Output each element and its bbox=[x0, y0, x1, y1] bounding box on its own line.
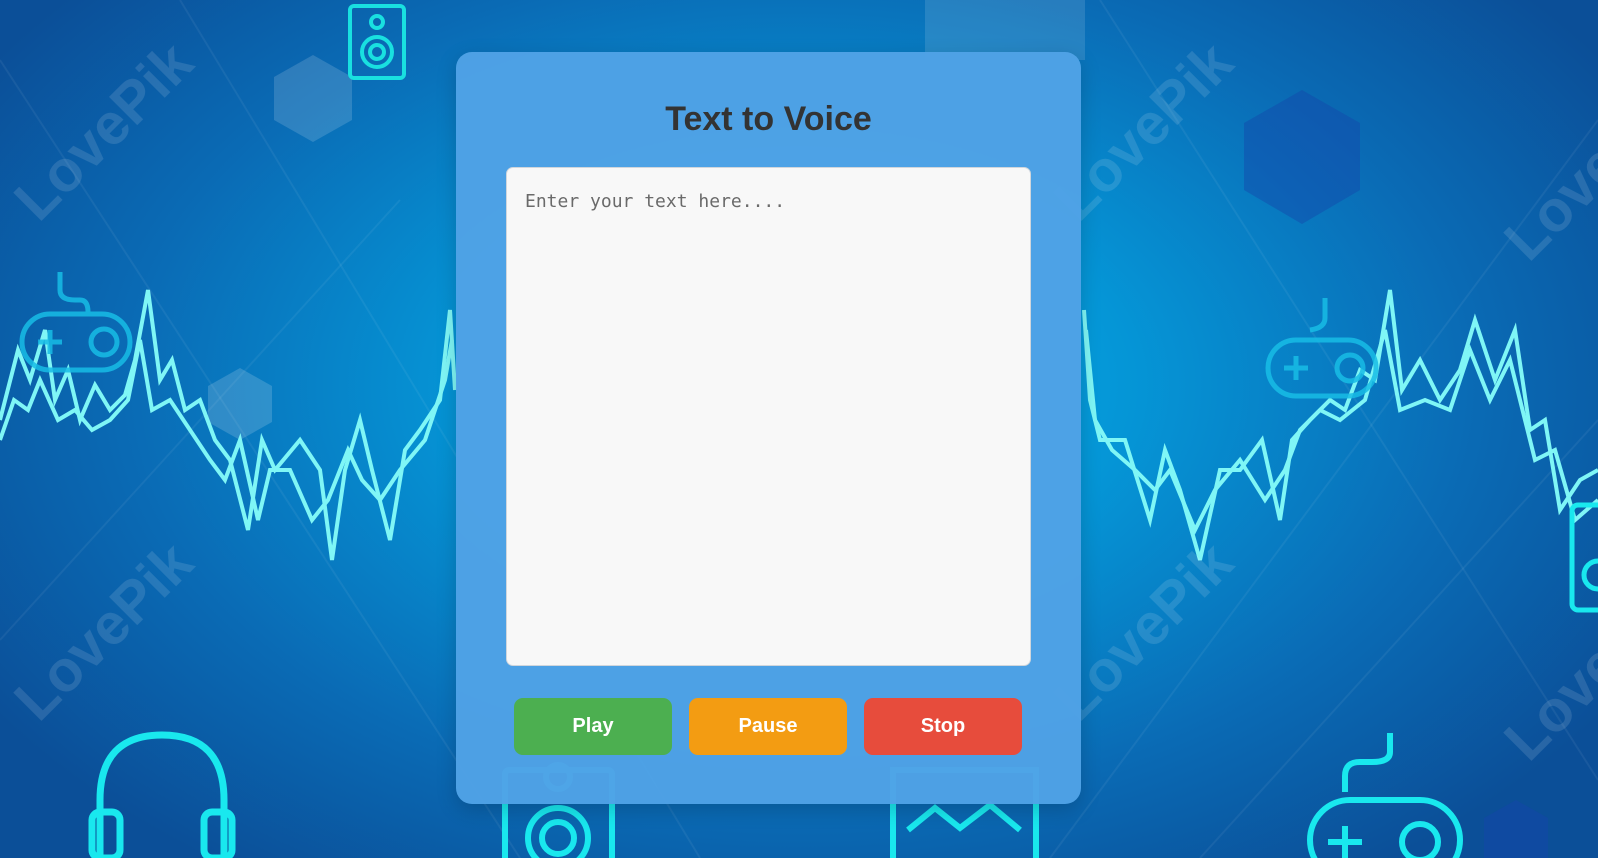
svg-text:LovePik: LovePik bbox=[2, 29, 206, 233]
pause-button[interactable]: Pause bbox=[689, 698, 847, 755]
speaker-icon bbox=[348, 4, 406, 80]
text-input[interactable] bbox=[506, 167, 1031, 666]
page-title: Text to Voice bbox=[665, 100, 872, 138]
svg-text:LovePik: LovePik bbox=[1492, 69, 1598, 273]
play-button[interactable]: Play bbox=[514, 698, 672, 755]
stop-button[interactable]: Stop bbox=[864, 698, 1022, 755]
headphones-icon bbox=[88, 731, 236, 858]
svg-text:LovePik: LovePik bbox=[2, 529, 206, 733]
gamepad-icon-bottom-right bbox=[1307, 733, 1463, 858]
text-to-voice-card: Text to Voice Play Pause Stop bbox=[456, 52, 1081, 804]
svg-text:LovePik: LovePik bbox=[1492, 569, 1598, 773]
sound-wave-right bbox=[1082, 289, 1598, 561]
